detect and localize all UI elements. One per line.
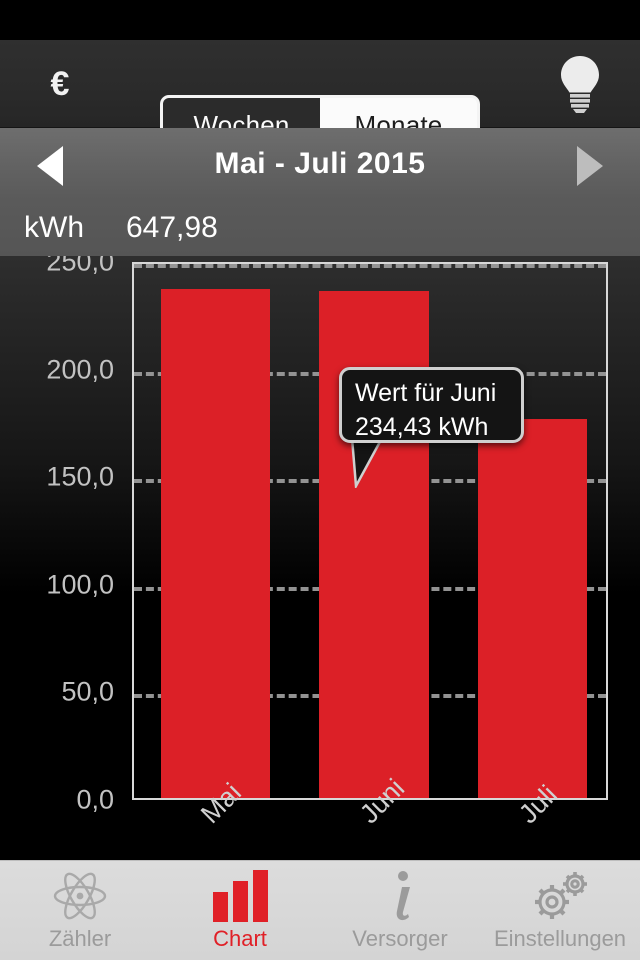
date-nav-bar: Mai - Juli 2015 [0,128,640,200]
status-bar [0,0,640,40]
tooltip-pointer-icon [350,438,384,488]
atom-icon [52,868,108,924]
tab-chart-label: Chart [213,926,267,951]
chevron-left-icon [37,146,63,186]
tab-einstellungen[interactable]: Einstellungen [480,861,640,960]
summary-bar: kWh 647,98 [0,200,640,256]
tab-versorger[interactable]: Versorger [320,861,480,960]
y-tick-label: 50,0 [61,676,114,707]
tooltip-line-2: 234,43 kWh [355,413,489,441]
chart-area[interactable]: 250,0 200,0 150,0 100,0 50,0 0,0 Mai Juni Juli [0,256,640,860]
y-axis-labels: 250,0 200,0 150,0 100,0 50,0 0,0 [0,256,124,860]
plot-frame [132,262,608,800]
info-icon [380,868,420,924]
y-tick-label: 250,0 [46,256,114,277]
y-tick-label: 0,0 [76,784,114,815]
grid-line [134,264,606,268]
tab-versorger-label: Versorger [352,926,448,951]
app-root: € Wochen Monate Mai - Juli 2015 kWh 647,… [0,0,640,960]
lightbulb-button[interactable] [540,50,620,118]
top-toolbar: € Wochen Monate [0,40,640,155]
next-period-button[interactable] [562,146,618,186]
tab-zaehler[interactable]: Zähler [0,861,160,960]
prev-period-button[interactable] [22,146,78,186]
bar-chart-icon [212,868,268,924]
chart-bar[interactable] [477,419,588,798]
summary-value: 647,98 [126,211,218,244]
euro-button[interactable]: € [20,54,100,114]
value-tooltip[interactable]: Wert für Juni 234,43 kWh [339,367,524,443]
tab-chart[interactable]: Chart [160,861,320,960]
x-axis-labels: Mai Juni Juli [132,773,608,860]
y-tick-label: 200,0 [46,354,114,385]
tab-zaehler-label: Zähler [48,926,112,951]
plot-inner [134,264,606,798]
lightbulb-icon [561,56,599,113]
tab-einstellungen-label: Einstellungen [493,926,627,951]
summary-unit: kWh [24,211,84,244]
tooltip-line-1: Wert für Juni [355,379,497,407]
date-range-title: Mai - Juli 2015 [214,147,426,180]
chevron-right-icon [577,146,603,186]
y-tick-label: 150,0 [46,461,114,492]
tab-bar: Zähler Chart Versorger Einstellungen [0,860,640,960]
gears-icon [529,868,591,924]
euro-icon: € [50,65,70,103]
chart-bar[interactable] [160,289,271,798]
y-tick-label: 100,0 [46,569,114,600]
